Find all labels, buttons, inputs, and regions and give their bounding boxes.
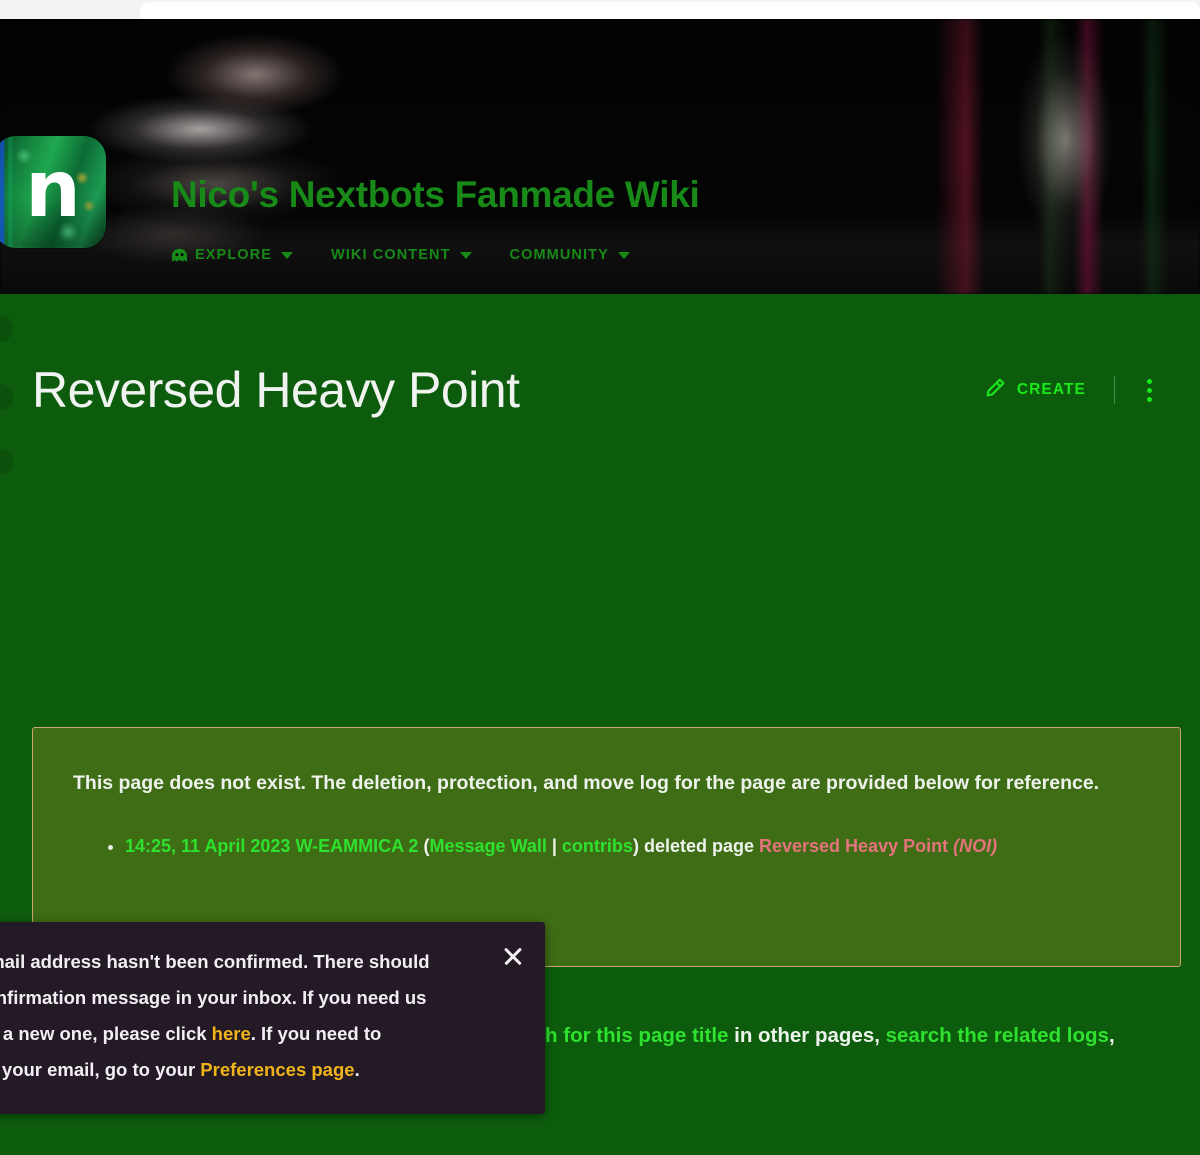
log-timestamp-link[interactable]: 14:25, 11 April 2023: [125, 836, 290, 856]
log-user-link[interactable]: W-EAMMICA 2: [295, 836, 418, 856]
toast-preferences-link[interactable]: Preferences page: [200, 1059, 354, 1080]
log-message-wall-link[interactable]: Message Wall: [429, 836, 546, 856]
wiki-logo[interactable]: n: [0, 136, 106, 248]
toast-part3: .: [354, 1059, 360, 1081]
browser-chrome: [0, 0, 1200, 19]
toast-here-link[interactable]: here: [212, 1023, 251, 1044]
create-button[interactable]: CREATE: [983, 372, 1086, 409]
overflow-dot: [1147, 378, 1152, 384]
chevron-down-icon: [281, 251, 293, 259]
notice-body-text: This page does not exist. The deletion, …: [73, 772, 1100, 794]
chevron-down-icon: [617, 251, 630, 259]
rail-button-1[interactable]: [0, 316, 13, 342]
nav-item-explore[interactable]: EXPLORE: [171, 247, 293, 263]
deletion-log-list: 14:25, 11 April 2023 W-EAMMICA 2 (Messag…: [73, 833, 1138, 860]
close-icon[interactable]: [499, 942, 527, 970]
chevron-down-icon: [459, 251, 472, 259]
no-text-part2: in other pages,: [728, 1024, 886, 1047]
email-toast-text: Your email address hasn't been confirmed…: [0, 944, 519, 1088]
log-target-page-link[interactable]: Reversed Heavy Point: [759, 836, 948, 856]
log-action: deleted page: [643, 835, 754, 856]
explore-icon: [171, 248, 188, 263]
wiki-hero-banner: n Nico's Nextbots Fanmade Wiki EXPLORE W…: [0, 19, 1200, 294]
page-title: Reversed Heavy Point: [32, 362, 520, 418]
wiki-logo-letter: n: [25, 145, 81, 235]
overflow-dot: [1147, 396, 1152, 402]
rail-button-3[interactable]: [0, 449, 13, 475]
wiki-navigation: EXPLORE WIKI CONTENT COMMUNITY: [171, 247, 668, 263]
wiki-name[interactable]: Nico's Nextbots Fanmade Wiki: [171, 174, 700, 216]
nav-item-wiki-content[interactable]: WIKI CONTENT: [331, 247, 472, 263]
action-divider: [1114, 376, 1115, 404]
more-vertical-icon[interactable]: [1139, 377, 1160, 404]
search-related-logs-link[interactable]: search the related logs: [886, 1024, 1109, 1047]
log-contribs-link[interactable]: contribs: [562, 836, 633, 856]
rail-button-2[interactable]: [0, 384, 13, 410]
create-button-label: CREATE: [1016, 381, 1086, 398]
log-reason: (NOI): [953, 835, 998, 856]
wiki-page-root: n Nico's Nextbots Fanmade Wiki EXPLORE W…: [0, 19, 1200, 1155]
pencil-icon: [983, 376, 1007, 405]
page-actions: CREATE: [983, 372, 1160, 409]
browser-tab-strip[interactable]: [140, 2, 1200, 19]
bottom-strip: [0, 1140, 1200, 1155]
nav-item-explore-label: EXPLORE: [195, 247, 272, 263]
nav-item-community-label: COMMUNITY: [509, 247, 609, 263]
nav-item-wiki-content-label: WIKI CONTENT: [331, 247, 451, 263]
page-header: Reversed Heavy Point CREATE: [0, 360, 1200, 420]
nav-item-community[interactable]: COMMUNITY: [510, 247, 630, 263]
overflow-dot: [1147, 387, 1152, 393]
email-confirmation-toast: Your email address hasn't been confirmed…: [0, 922, 545, 1115]
deletion-log-entry: 14:25, 11 April 2023 W-EAMMICA 2 (Messag…: [125, 833, 1138, 860]
